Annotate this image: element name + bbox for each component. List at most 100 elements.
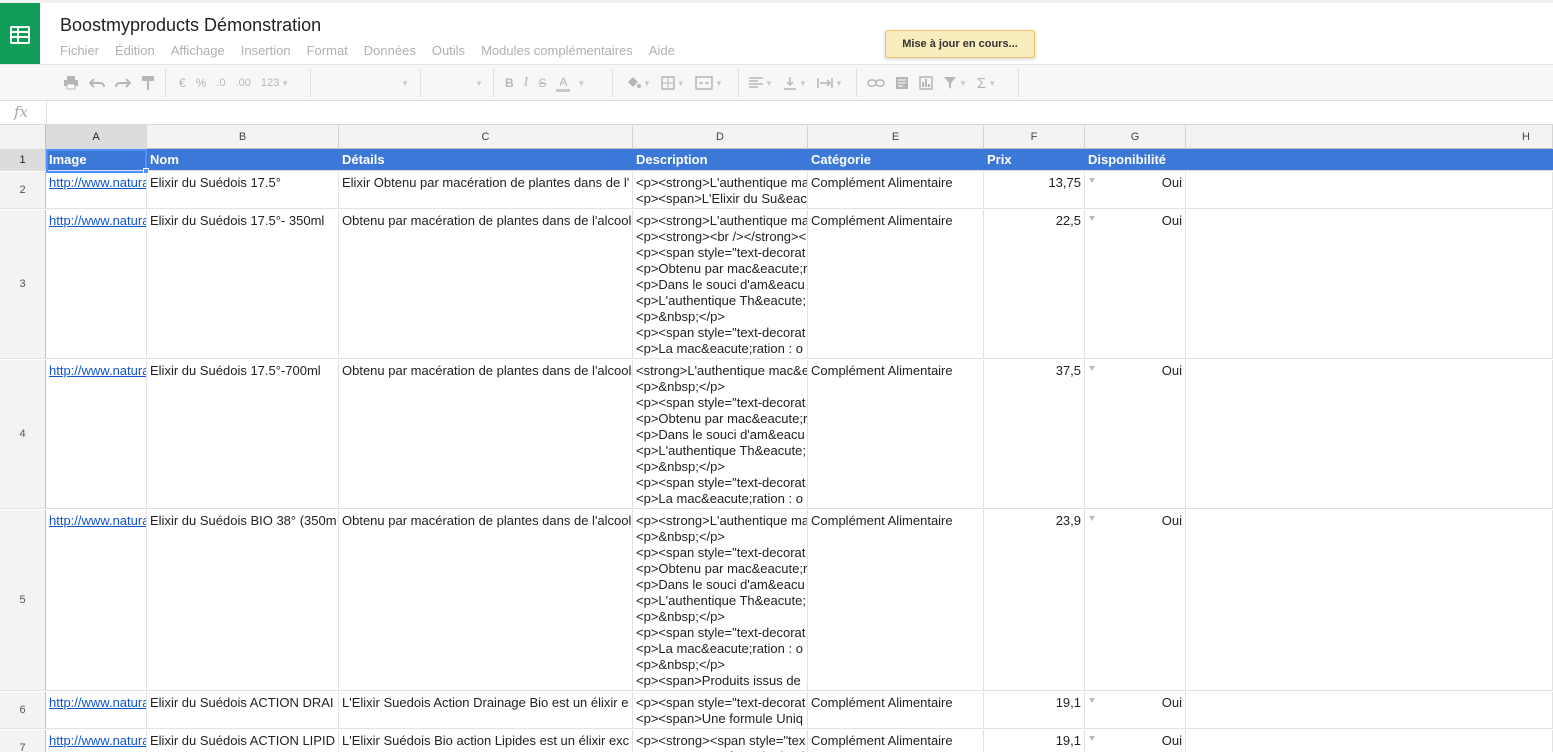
menu-outils[interactable]: Outils [432, 43, 465, 58]
cell-empty[interactable] [1186, 210, 1553, 358]
column-header-d[interactable]: D [633, 125, 808, 149]
menu-insertion[interactable]: Insertion [241, 43, 291, 58]
text-wrapping-icon[interactable]: ▼ [817, 76, 843, 90]
cell-header-disponibilite[interactable]: Disponibilité [1085, 149, 1186, 170]
cell-header-image[interactable]: Image [46, 149, 147, 170]
menu-donnees[interactable]: Données [364, 43, 416, 58]
insert-comment-icon[interactable] [895, 76, 909, 90]
decrease-decimals-button[interactable]: .0 [216, 77, 225, 89]
menu-aide[interactable]: Aide [649, 43, 675, 58]
cell-prix[interactable]: 37,5 [984, 360, 1085, 508]
strikethrough-button[interactable]: S [538, 76, 546, 90]
cell-categorie[interactable]: Complément Alimentaire [808, 360, 984, 508]
cell-description[interactable]: <p><strong>L'authentique ma <p><strong><b… [633, 210, 808, 358]
cell-details[interactable]: Obtenu par macération de plantes dans de… [339, 510, 633, 690]
cell-details[interactable]: L'Elixir Suedois Action Drainage Bio est… [339, 692, 633, 728]
cell-disponibilite[interactable]: Oui [1085, 360, 1186, 508]
fill-handle[interactable] [143, 168, 149, 174]
dropdown-arrow-icon[interactable] [1089, 736, 1095, 741]
row-header[interactable]: 2 [0, 172, 46, 208]
column-header-b[interactable]: B [147, 125, 339, 149]
print-icon[interactable] [63, 76, 79, 90]
cell-description[interactable]: <p><strong>L'authentique ma <p>&nbsp;</p>… [633, 510, 808, 690]
column-header-a[interactable]: A [46, 125, 147, 149]
cell-nom[interactable]: Elixir du Suédois 17.5°-700ml [147, 360, 339, 508]
cell-description[interactable]: <p><span style="text-decorat <p><span>Une… [633, 692, 808, 728]
cell-header-details[interactable]: Détails [339, 149, 633, 170]
cell-prix[interactable]: 22,5 [984, 210, 1085, 358]
horizontal-align-icon[interactable]: ▼ [749, 77, 773, 89]
column-header-f[interactable]: F [984, 125, 1085, 149]
insert-chart-icon[interactable] [919, 76, 933, 90]
cell-nom[interactable]: Elixir du Suédois ACTION LIPID [147, 730, 339, 752]
filter-icon[interactable]: ▼ [943, 76, 967, 90]
cell-nom[interactable]: Elixir du Suédois BIO 38° (350m [147, 510, 339, 690]
borders-icon[interactable]: ▼ [661, 76, 685, 90]
row-header[interactable]: 3 [0, 210, 46, 358]
cell-empty[interactable] [1186, 730, 1553, 752]
cell-categorie[interactable]: Complément Alimentaire [808, 510, 984, 690]
column-header-h[interactable]: H [1186, 125, 1553, 149]
fill-color-icon[interactable]: ▼ [625, 76, 651, 90]
font-family-select[interactable]: ▼ [315, 71, 415, 95]
row-header[interactable]: 1 [0, 149, 46, 170]
cell-empty[interactable] [1186, 172, 1553, 208]
cell-header-categorie[interactable]: Catégorie [808, 149, 984, 170]
cell-header-description[interactable]: Description [633, 149, 808, 170]
vertical-align-icon[interactable]: ▼ [783, 76, 807, 90]
bold-button[interactable]: B [505, 76, 514, 90]
select-all-corner[interactable] [0, 125, 46, 149]
cell-header-prix[interactable]: Prix [984, 149, 1085, 170]
currency-format-button[interactable]: € [179, 76, 186, 90]
column-header-c[interactable]: C [339, 125, 633, 149]
cell-details[interactable]: Obtenu par macération de plantes dans de… [339, 210, 633, 358]
cell-disponibilite[interactable]: Oui [1085, 172, 1186, 208]
functions-button[interactable]: Σ ▼ [977, 75, 996, 92]
cell-image-link[interactable]: http://www.natura [46, 510, 147, 690]
cell-nom[interactable]: Elixir du Suédois 17.5° [147, 172, 339, 208]
cell-description[interactable]: <p><strong><span style="tex<p><span>Une … [633, 730, 808, 752]
increase-decimals-button[interactable]: .00 [236, 77, 251, 89]
cell-disponibilite[interactable]: Oui [1085, 692, 1186, 728]
dropdown-arrow-icon[interactable] [1089, 698, 1095, 703]
column-header-e[interactable]: E [808, 125, 984, 149]
dropdown-arrow-icon[interactable] [1089, 178, 1095, 183]
cell-details[interactable]: Elixir Obtenu par macération de plantes … [339, 172, 633, 208]
cell-empty[interactable] [1186, 692, 1553, 728]
font-size-select[interactable]: ▼ [425, 71, 489, 95]
insert-link-icon[interactable] [867, 78, 885, 88]
column-header-g[interactable]: G [1085, 125, 1186, 149]
menu-format[interactable]: Format [307, 43, 348, 58]
row-header[interactable]: 5 [0, 510, 46, 690]
cell-categorie[interactable]: Complément Alimentaire [808, 172, 984, 208]
row-header[interactable]: 6 [0, 692, 46, 728]
cell-nom[interactable]: Elixir du Suédois ACTION DRAI [147, 692, 339, 728]
paint-format-icon[interactable] [141, 75, 155, 91]
text-color-button[interactable]: A [556, 75, 571, 92]
cell-categorie[interactable]: Complément Alimentaire [808, 730, 984, 752]
percent-format-button[interactable]: % [196, 76, 207, 90]
cell-disponibilite[interactable]: Oui [1085, 210, 1186, 358]
cell-prix[interactable]: 13,75 [984, 172, 1085, 208]
dropdown-arrow-icon[interactable] [1089, 516, 1095, 521]
cell-description[interactable]: <p><strong>L'authentique ma <p><span>L'El… [633, 172, 808, 208]
cell-disponibilite[interactable]: Oui [1085, 730, 1186, 752]
document-title[interactable]: Boostmyproducts Démonstration [60, 15, 321, 36]
cell-categorie[interactable]: Complément Alimentaire [808, 692, 984, 728]
menu-fichier[interactable]: Fichier [60, 43, 99, 58]
row-header[interactable]: 7 [0, 730, 46, 752]
cell-details[interactable]: Obtenu par macération de plantes dans de… [339, 360, 633, 508]
cell-empty[interactable] [1186, 360, 1553, 508]
italic-button[interactable]: I [524, 75, 529, 91]
more-formats-button[interactable]: 123 ▼ [261, 77, 289, 89]
dropdown-arrow-icon[interactable] [1089, 216, 1095, 221]
merge-cells-icon[interactable]: ▼ [695, 76, 723, 90]
cell-header-empty[interactable] [1186, 149, 1553, 170]
menu-affichage[interactable]: Affichage [171, 43, 225, 58]
dropdown-arrow-icon[interactable] [1089, 366, 1095, 371]
cell-empty[interactable] [1186, 510, 1553, 690]
sheets-logo-icon[interactable] [0, 3, 40, 67]
cell-prix[interactable]: 19,1 [984, 730, 1085, 752]
cell-categorie[interactable]: Complément Alimentaire [808, 210, 984, 358]
cell-description[interactable]: <strong>L'authentique mac&e <p>&nbsp;</p>… [633, 360, 808, 508]
